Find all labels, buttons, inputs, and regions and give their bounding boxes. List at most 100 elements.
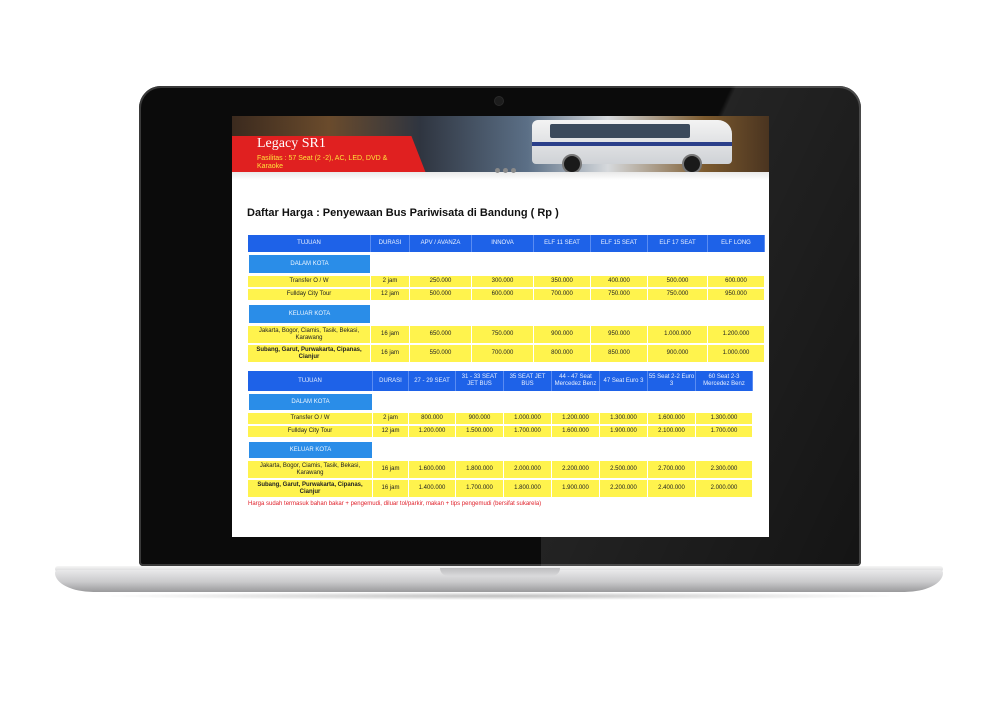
section-row: DALAM KOTA xyxy=(248,254,371,274)
price-cell: 1.700.000 xyxy=(696,426,753,438)
price-cell: 1.800.000 xyxy=(504,480,552,498)
table-row: Transfer O / W2 jam 800.000 900.000 1.000.0… xyxy=(248,413,753,425)
column-header: DURASI xyxy=(371,235,410,252)
section-row: KELUAR KOTA xyxy=(248,441,373,459)
price-cell: 600.000 xyxy=(708,276,765,288)
price-cell: 900.000 xyxy=(456,413,504,425)
slider-dots[interactable] xyxy=(495,168,516,173)
price-cell: 950.000 xyxy=(708,289,765,301)
destination-cell: Transfer O / W xyxy=(248,413,373,425)
price-cell: 1.400.000 xyxy=(409,480,456,498)
column-header: ELF 15 SEAT xyxy=(591,235,648,252)
banner-title: Legacy SR1 xyxy=(257,136,326,151)
section-label: DALAM KOTA xyxy=(248,254,371,274)
price-cell: 1.000.000 xyxy=(504,413,552,425)
destination-cell: Jakarta, Bogor, Ciamis, Tasik, Bekasi, K… xyxy=(248,461,373,479)
section-label: DALAM KOTA xyxy=(248,393,373,411)
price-cell: 1.200.000 xyxy=(708,326,765,344)
column-header: 35 SEAT JET BUS xyxy=(504,371,552,391)
duration-cell: 16 jam xyxy=(371,326,410,344)
price-cell: 2.100.000 xyxy=(648,426,696,438)
price-cell: 700.000 xyxy=(472,345,534,363)
price-cell: 2.000.000 xyxy=(696,480,753,498)
price-cell: 400.000 xyxy=(591,276,648,288)
column-header: ELF LONG xyxy=(708,235,765,252)
price-cell: 1.000.000 xyxy=(708,345,765,363)
bus-stripe xyxy=(532,142,732,146)
column-header: APV / AVANZA xyxy=(410,235,472,252)
price-note: Harga sudah termasuk bahan bakar + penge… xyxy=(248,501,542,507)
price-cell: 250.000 xyxy=(410,276,472,288)
price-cell: 1.900.000 xyxy=(600,426,648,438)
table-header-row: TUJUAN DURASI 27 - 29 SEAT 31 - 33 SEAT JET… xyxy=(248,371,753,391)
duration-cell: 16 jam xyxy=(373,461,409,479)
price-cell: 950.000 xyxy=(591,326,648,344)
price-cell: 1.000.000 xyxy=(648,326,708,344)
banner-slider[interactable]: Legacy SR1 Fasilitas : 57 Seat (2 -2), A… xyxy=(232,116,769,176)
price-cell: 900.000 xyxy=(648,345,708,363)
price-cell: 750.000 xyxy=(472,326,534,344)
price-cell: 1.800.000 xyxy=(456,461,504,479)
column-header: ELF 11 SEAT xyxy=(534,235,591,252)
price-cell: 2.500.000 xyxy=(600,461,648,479)
bus-wheel-icon xyxy=(562,154,582,174)
column-header: 31 - 33 SEAT JET BUS xyxy=(456,371,504,391)
price-cell: 850.000 xyxy=(591,345,648,363)
duration-cell: 2 jam xyxy=(371,276,410,288)
duration-cell: 2 jam xyxy=(373,413,409,425)
price-cell: 750.000 xyxy=(648,289,708,301)
bus-window xyxy=(550,124,690,138)
column-header: 60 Seat 2-3 Mercedez Benz xyxy=(696,371,753,391)
price-cell: 550.000 xyxy=(410,345,472,363)
section-row: KELUAR KOTA xyxy=(248,304,371,324)
destination-cell: Subang, Garut, Purwakarta, Cipanas, Cian… xyxy=(248,480,373,498)
column-header: 44 - 47 Seat Mercedez Benz xyxy=(552,371,600,391)
price-cell: 2.200.000 xyxy=(552,461,600,479)
price-cell: 2.400.000 xyxy=(648,480,696,498)
destination-cell: Jakarta, Bogor, Ciamis, Tasik, Bekasi, K… xyxy=(248,326,371,344)
laptop-shadow xyxy=(90,592,910,600)
price-cell: 1.700.000 xyxy=(456,480,504,498)
price-cell: 1.600.000 xyxy=(552,426,600,438)
destination-cell: Subang, Garut, Purwakarta, Cipanas, Cian… xyxy=(248,345,371,363)
column-header: TUJUAN xyxy=(248,235,371,252)
section-label: KELUAR KOTA xyxy=(248,304,371,324)
price-cell: 2.200.000 xyxy=(600,480,648,498)
slider-dot[interactable] xyxy=(511,168,516,173)
duration-cell: 12 jam xyxy=(371,289,410,301)
price-cell: 500.000 xyxy=(410,289,472,301)
destination-cell: Fullday City Tour xyxy=(248,426,373,438)
section-label: KELUAR KOTA xyxy=(248,441,373,459)
table-row: Transfer O / W2 jam 250.000 300.000 350.000… xyxy=(248,276,765,288)
table-row: Jakarta, Bogor, Ciamis, Tasik, Bekasi, K… xyxy=(248,326,765,344)
duration-cell: 16 jam xyxy=(371,345,410,363)
duration-cell: 12 jam xyxy=(373,426,409,438)
table-row: Fullday City Tour 12 jam 500.000 600.000 700… xyxy=(248,289,765,301)
screen: Legacy SR1 Fasilitas : 57 Seat (2 -2), A… xyxy=(232,116,769,537)
destination-cell: Transfer O / W xyxy=(248,276,371,288)
column-header: INNOVA xyxy=(472,235,534,252)
page-title: Daftar Harga : Penyewaan Bus Pariwisata … xyxy=(247,207,559,219)
column-header: DURASI xyxy=(373,371,409,391)
bus-wheel-icon xyxy=(682,154,702,174)
table-row: Subang, Garut, Purwakarta, Cipanas, Cian… xyxy=(248,480,753,498)
price-cell: 1.300.000 xyxy=(696,413,753,425)
table-header-row: TUJUAN DURASI APV / AVANZA INNOVA ELF 11 SEA… xyxy=(248,235,765,252)
laptop-notch xyxy=(440,568,560,576)
price-cell: 1.200.000 xyxy=(552,413,600,425)
table-row: Jakarta, Bogor, Ciamis, Tasik, Bekasi, K… xyxy=(248,461,753,479)
destination-cell: Fullday City Tour xyxy=(248,289,371,301)
slider-dot[interactable] xyxy=(503,168,508,173)
column-header: 55 Seat 2-2 Euro 3 xyxy=(648,371,696,391)
price-cell: 1.600.000 xyxy=(648,413,696,425)
price-cell: 700.000 xyxy=(534,289,591,301)
price-cell: 2.000.000 xyxy=(504,461,552,479)
price-cell: 650.000 xyxy=(410,326,472,344)
column-header: ELF 17 SEAT xyxy=(648,235,708,252)
price-cell: 2.700.000 xyxy=(648,461,696,479)
price-cell: 750.000 xyxy=(591,289,648,301)
price-cell: 600.000 xyxy=(472,289,534,301)
section-row: DALAM KOTA xyxy=(248,393,373,411)
slider-dot[interactable] xyxy=(495,168,500,173)
price-cell: 500.000 xyxy=(648,276,708,288)
